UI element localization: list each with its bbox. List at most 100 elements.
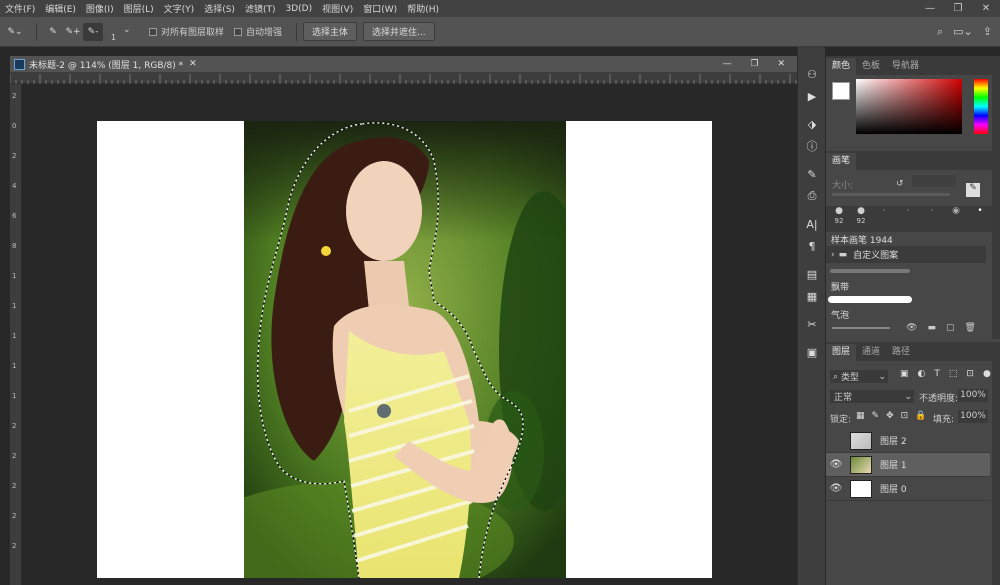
adjustment-filter-icon[interactable]: ◐ — [918, 369, 926, 379]
brush-preset[interactable]: ◉ — [946, 206, 966, 216]
scrollbar[interactable] — [992, 342, 1000, 585]
toggle-preview-icon[interactable]: 👁 — [906, 323, 917, 333]
3d-icon[interactable]: ⬗ — [798, 113, 826, 135]
lock-artboard-icon[interactable]: ⊡ — [901, 411, 909, 421]
size-field[interactable] — [912, 175, 956, 187]
opacity-field[interactable]: 100% — [958, 389, 988, 402]
doc-window-controls[interactable]: — ❐ ✕ — [723, 59, 797, 69]
select-subject-button[interactable]: 选择主体 — [303, 22, 358, 41]
scrollbar[interactable] — [992, 56, 1000, 151]
close-button[interactable]: ✕ — [972, 0, 1000, 17]
pixel-filter-icon[interactable]: ▣ — [900, 369, 909, 379]
menu-item[interactable]: 窗口(W) — [358, 2, 402, 15]
history-icon[interactable]: ⚇ — [798, 63, 826, 85]
workspace-icon[interactable]: ▭⌄ — [953, 25, 973, 38]
layer-row[interactable]: 图层 2 — [826, 429, 990, 453]
new-brush-icon[interactable]: ▢ — [946, 323, 955, 333]
color-field[interactable] — [856, 79, 962, 134]
select-and-mask-button[interactable]: 选择并遮住... — [363, 22, 435, 41]
trash-icon[interactable]: 🗑 — [964, 323, 975, 333]
lock-all-icon[interactable]: 🔒 — [915, 411, 926, 421]
artboard-icon[interactable]: ▣ — [798, 341, 826, 363]
checkbox-box[interactable] — [234, 27, 243, 36]
tab-layers-1[interactable]: 通道 — [856, 344, 886, 361]
sample-all-checkbox[interactable]: 对所有图层取样 — [149, 25, 224, 38]
hue-slider[interactable] — [974, 79, 988, 134]
lock-position-icon[interactable]: ✥ — [886, 411, 894, 421]
chevron-right-icon: › — [831, 249, 835, 260]
subtract-selection-icon[interactable]: ✎- — [83, 22, 103, 41]
brush-group-row[interactable]: › ▬ 自定义图案 — [826, 246, 986, 263]
scrollbar[interactable] — [992, 151, 1000, 339]
menu-item[interactable]: 帮助(H) — [402, 2, 444, 15]
brush-name[interactable]: 气泡 — [831, 308, 849, 321]
adjustments-icon[interactable]: ✂ — [798, 313, 826, 335]
menu-item[interactable]: 文字(Y) — [159, 2, 200, 15]
search-icon[interactable]: ⌕ — [937, 25, 943, 39]
menu-item[interactable]: 图像(I) — [81, 2, 119, 15]
lock-transparent-icon[interactable]: ▦ — [856, 411, 865, 421]
quick-select-tool-icon[interactable]: ✎⌄ — [0, 23, 30, 41]
blend-mode-select[interactable]: 正常 ⌄ — [830, 390, 914, 403]
reset-icon[interactable]: ↺ — [896, 179, 904, 189]
layer-row[interactable]: 👁 图层 1 — [826, 453, 990, 477]
brush-icon[interactable]: ✎ — [798, 163, 826, 185]
tab-color-2[interactable]: 导航器 — [886, 58, 925, 75]
brush-name[interactable]: 飘带 — [831, 280, 849, 293]
filter-toggle-icon[interactable]: ● — [983, 369, 991, 379]
visibility-eye-icon[interactable]: 👁 — [826, 483, 846, 494]
lock-label: 锁定: — [830, 415, 852, 425]
tab-color-1[interactable]: 色板 — [856, 58, 886, 75]
properties-icon[interactable]: ▦ — [798, 285, 826, 307]
share-icon[interactable]: ⇪ — [983, 25, 992, 38]
tab-layers-0[interactable]: 图层 — [826, 344, 857, 361]
menu-item[interactable]: 选择(S) — [199, 2, 240, 15]
restore-button[interactable]: ❐ — [944, 0, 972, 17]
filter-type-select[interactable]: ⌕ 类型 ⌄ — [830, 370, 888, 383]
visibility-eye-icon[interactable]: 👁 — [826, 459, 846, 470]
ruler-label: 2 — [12, 482, 17, 490]
checkbox-box[interactable] — [149, 27, 157, 36]
brush-preset[interactable]: · — [874, 206, 894, 216]
new-selection-icon[interactable]: ✎ — [43, 23, 63, 41]
menu-item[interactable]: 3D(D) — [280, 4, 317, 14]
new-group-icon[interactable]: ▬ — [927, 323, 936, 333]
ps-file-icon — [14, 58, 25, 70]
brush-preset[interactable]: · — [922, 206, 942, 216]
play-action-icon[interactable]: ▶ — [798, 85, 826, 107]
brush-preset[interactable]: • — [970, 206, 990, 216]
smart-object-filter-icon[interactable]: ⊡ — [966, 369, 974, 379]
tab-color-0[interactable]: 颜色 — [826, 58, 857, 75]
photo-layer[interactable] — [244, 121, 566, 578]
info-icon[interactable]: ⓘ — [798, 135, 826, 157]
character-icon[interactable]: A| — [798, 213, 826, 235]
clone-source-icon[interactable]: ⎙ — [798, 185, 826, 207]
close-tab-icon[interactable]: ✕ — [189, 59, 197, 69]
brush-size-picker[interactable]: 1 ⌄ — [109, 23, 139, 42]
tab-brushes[interactable]: 画笔 — [826, 153, 857, 170]
lock-image-icon[interactable]: ✎ — [872, 411, 880, 421]
libraries-icon[interactable]: ▤ — [798, 263, 826, 285]
menu-item[interactable]: 编辑(E) — [40, 2, 81, 15]
minimize-button[interactable]: — — [916, 0, 944, 17]
auto-enhance-checkbox[interactable]: 自动增强 — [234, 25, 282, 38]
menu-item[interactable]: 图层(L) — [119, 2, 159, 15]
fill-field[interactable]: 100% — [958, 410, 988, 423]
layer-row[interactable]: 👁 图层 0 — [826, 477, 990, 501]
document-tab[interactable]: 未标题-2 @ 114% (图层 1, RGB/8) * ✕ — ❐ ✕ — [10, 56, 797, 72]
size-slider[interactable] — [832, 193, 950, 196]
brush-preset[interactable]: · — [898, 206, 918, 216]
add-selection-icon[interactable]: ✎+ — [63, 23, 83, 41]
menu-item[interactable]: 视图(V) — [317, 2, 358, 15]
menu-item[interactable]: 文件(F) — [0, 2, 40, 15]
paragraph-icon[interactable]: ¶ — [798, 235, 826, 257]
brush-preset[interactable]: ● 92 — [852, 206, 870, 226]
tab-layers-2[interactable]: 路径 — [886, 344, 916, 361]
type-filter-icon[interactable]: T — [934, 369, 940, 379]
menu-item[interactable]: 滤镜(T) — [240, 2, 281, 15]
brush-settings-icon[interactable]: ✎ — [966, 183, 980, 197]
foreground-color-swatch[interactable] — [832, 82, 850, 100]
brush-preset[interactable]: ● 92 — [830, 206, 848, 226]
shape-filter-icon[interactable]: ⬚ — [949, 369, 958, 379]
preview-size-slider[interactable] — [832, 327, 890, 329]
